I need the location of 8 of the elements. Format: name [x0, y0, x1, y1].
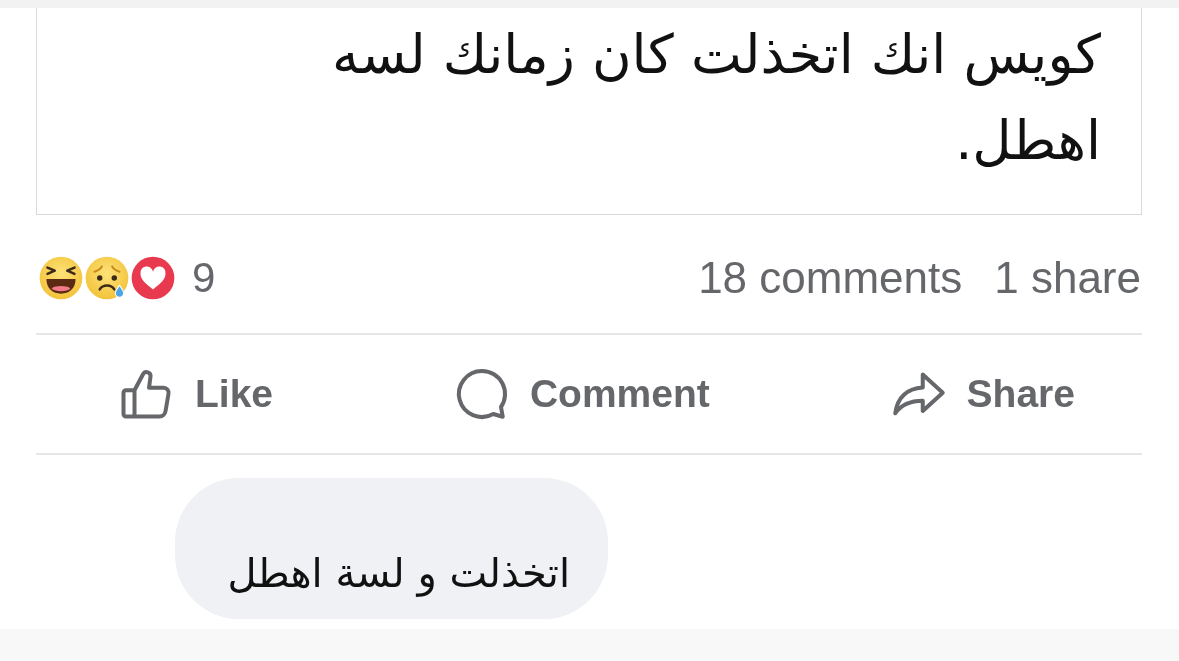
comment-count[interactable]: 18 comments [698, 253, 963, 303]
share-count[interactable]: 1 share [994, 253, 1141, 303]
share-button[interactable]: Share [880, 358, 1083, 430]
post-text: كويس انك اتخذلت كان زمانك لسه اهطل. [331, 22, 1101, 174]
comment-button[interactable]: Comment [443, 358, 718, 430]
like-button[interactable]: Like [109, 358, 282, 430]
reaction-count[interactable]: 9 [192, 254, 216, 302]
comment-text: اتخذلت و لسة اهطل [226, 549, 570, 599]
